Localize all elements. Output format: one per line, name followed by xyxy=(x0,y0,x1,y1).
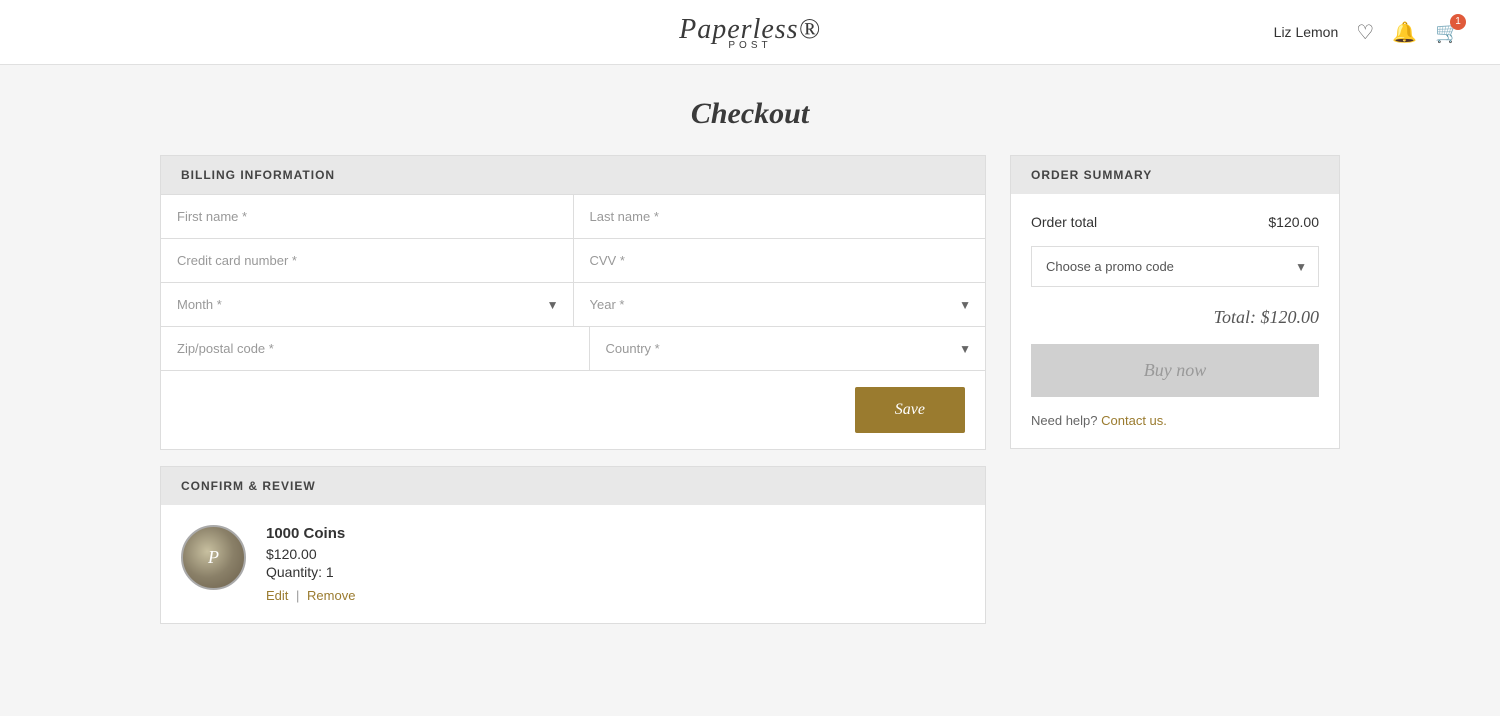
cart-icon[interactable]: 🛒 1 xyxy=(1435,20,1460,45)
need-help: Need help? Contact us. xyxy=(1031,413,1319,428)
order-total-value: $120.00 xyxy=(1268,214,1319,230)
header-right: Liz Lemon ♡ 🔔 🛒 1 xyxy=(1260,20,1460,45)
heart-icon[interactable]: ♡ xyxy=(1356,20,1374,45)
remove-link[interactable]: Remove xyxy=(307,588,355,603)
zip-input[interactable] xyxy=(161,327,590,370)
product-logo: P xyxy=(208,547,219,568)
logo-sub: POST xyxy=(240,40,1260,51)
location-row: Country * United States Canada United Ki… xyxy=(161,326,985,370)
need-help-text: Need help? xyxy=(1031,413,1098,428)
credit-card-input[interactable] xyxy=(161,239,574,282)
review-content: P 1000 Coins $120.00 Quantity: 1 Edit | … xyxy=(161,505,985,623)
month-select-wrapper: Month * 01 - January 02 - February 03 - … xyxy=(161,283,574,326)
review-section: CONFIRM & REVIEW P 1000 Coins $120.00 Qu… xyxy=(160,466,986,624)
month-select[interactable]: Month * 01 - January 02 - February 03 - … xyxy=(161,283,573,326)
promo-select-wrapper: Choose a promo code ▼ xyxy=(1031,246,1319,287)
country-select[interactable]: Country * United States Canada United Ki… xyxy=(590,327,986,370)
right-column: ORDER SUMMARY Order total $120.00 Choose… xyxy=(1010,155,1340,449)
product-image: P xyxy=(181,525,246,590)
left-column: BILLING INFORMATION Month * 01 - January… xyxy=(160,155,986,624)
name-row xyxy=(161,194,985,238)
cvv-input[interactable] xyxy=(574,239,986,282)
order-summary-header: ORDER SUMMARY xyxy=(1011,156,1339,194)
order-total-final: Total: $120.00 xyxy=(1031,307,1319,328)
main-content: BILLING INFORMATION Month * 01 - January… xyxy=(120,155,1380,664)
username-label: Liz Lemon xyxy=(1274,24,1339,40)
billing-section: BILLING INFORMATION Month * 01 - January… xyxy=(160,155,986,450)
product-details: 1000 Coins $120.00 Quantity: 1 Edit | Re… xyxy=(266,525,965,603)
edit-link[interactable]: Edit xyxy=(266,588,288,603)
product-price: $120.00 xyxy=(266,546,965,562)
first-name-input[interactable] xyxy=(161,195,574,238)
order-total-label: Order total xyxy=(1031,214,1097,230)
billing-header: BILLING INFORMATION xyxy=(161,156,985,194)
notification-icon[interactable]: 🔔 xyxy=(1392,20,1417,45)
cart-badge: 1 xyxy=(1450,14,1466,30)
save-row: Save xyxy=(161,370,985,449)
product-quantity: Quantity: 1 xyxy=(266,564,965,580)
buy-now-button[interactable]: Buy now xyxy=(1031,344,1319,397)
order-summary-body: Order total $120.00 Choose a promo code … xyxy=(1011,194,1339,448)
last-name-input[interactable] xyxy=(574,195,986,238)
action-separator: | xyxy=(296,588,303,603)
save-button[interactable]: Save xyxy=(855,387,965,433)
order-total-row: Order total $120.00 xyxy=(1031,214,1319,230)
header-logo: Paperless® POST xyxy=(240,14,1260,51)
card-row xyxy=(161,238,985,282)
product-name: 1000 Coins xyxy=(266,525,965,542)
product-actions: Edit | Remove xyxy=(266,588,965,603)
contact-us-link[interactable]: Contact us. xyxy=(1101,413,1167,428)
page-title: Checkout xyxy=(0,65,1500,155)
order-summary-box: ORDER SUMMARY Order total $120.00 Choose… xyxy=(1010,155,1340,449)
year-select-wrapper: Year * 2024 2025 2026 2027 2028 2029 ▼ xyxy=(574,283,986,326)
review-header: CONFIRM & REVIEW xyxy=(161,467,985,505)
year-select[interactable]: Year * 2024 2025 2026 2027 2028 2029 xyxy=(574,283,986,326)
promo-select[interactable]: Choose a promo code xyxy=(1031,246,1319,287)
expiry-row: Month * 01 - January 02 - February 03 - … xyxy=(161,282,985,326)
country-select-wrapper: Country * United States Canada United Ki… xyxy=(590,327,986,370)
header: Paperless® POST Liz Lemon ♡ 🔔 🛒 1 xyxy=(0,0,1500,65)
